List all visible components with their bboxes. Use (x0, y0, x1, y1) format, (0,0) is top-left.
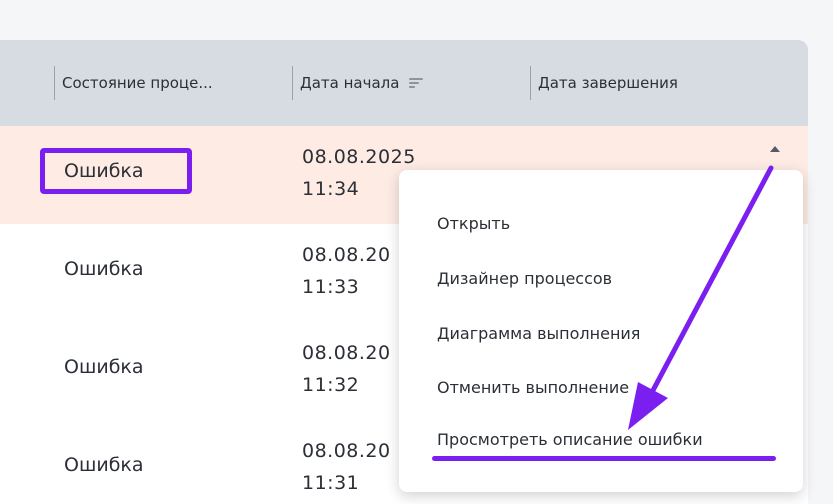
process-instances-page: Состояние проце... Дата начала Дата заве… (0, 0, 833, 504)
pointer-arrow-annotation (628, 165, 774, 430)
